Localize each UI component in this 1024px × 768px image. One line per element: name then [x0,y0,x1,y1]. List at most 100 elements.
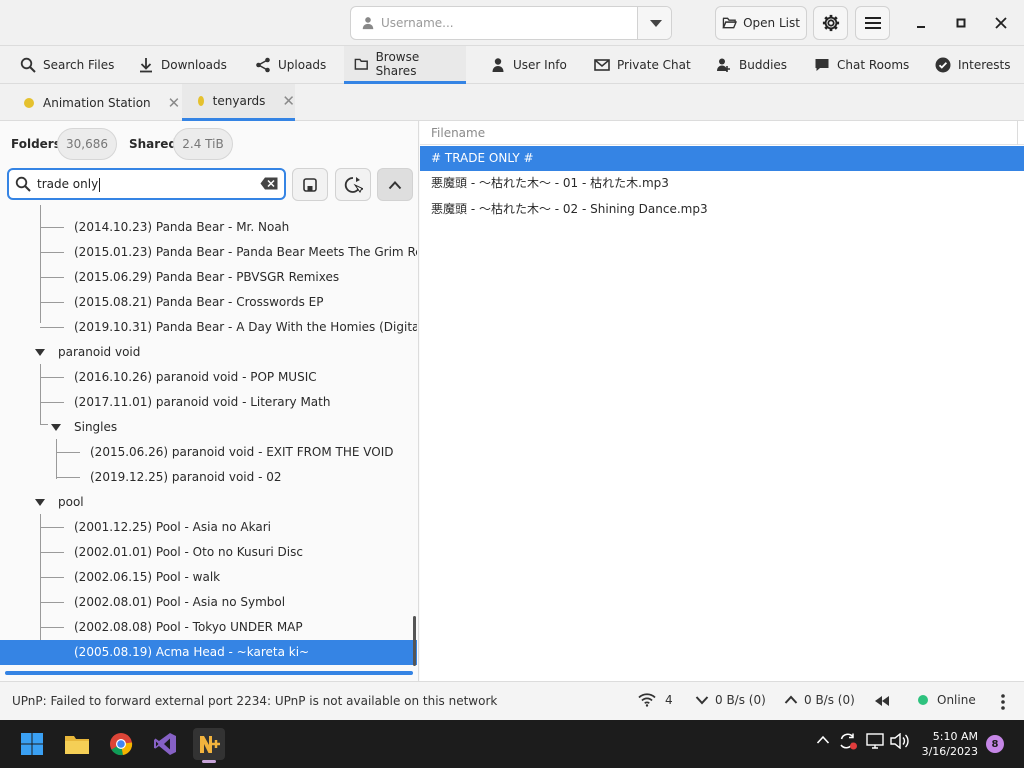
tree-folder-pool[interactable]: pool [0,490,417,515]
tree-horizontal-scrollbar[interactable] [5,671,413,675]
tree-folder-paranoid-void[interactable]: paranoid void [0,340,417,365]
file-explorer-button[interactable] [61,728,93,760]
save-search-button[interactable] [292,168,328,201]
tree-item[interactable]: (2001.12.25) Pool - Asia no Akari [0,515,417,540]
expander-icon[interactable] [51,424,61,431]
username-placeholder[interactable]: Username... [381,16,454,30]
expander-icon[interactable] [35,349,45,356]
tree-item[interactable]: (2002.08.01) Pool - Asia no Symbol [0,590,417,615]
volume-icon[interactable] [890,732,910,753]
tab-label: Browse Shares [375,49,420,78]
tree-vertical-scrollbar[interactable] [413,616,416,666]
folder-icon [354,58,368,70]
taskbar: 5:10 AM 3/16/2023 8 [0,720,1024,768]
tree-folder-singles[interactable]: Singles [0,415,417,440]
username-dropdown-button[interactable] [637,7,671,39]
nicotine-icon [200,736,220,753]
tree-item[interactable]: (2014.10.23) Panda Bear - Mr. Noah [0,215,417,240]
notification-badge[interactable]: 8 [986,735,1004,753]
tree-item[interactable]: (2002.01.01) Pool - Oto no Kusuri Disc [0,540,417,565]
system-clock[interactable]: 5:10 AM 3/16/2023 [916,729,978,759]
chrome-icon [110,733,133,756]
tree-item[interactable]: (2016.10.26) paranoid void - POP MUSIC [0,365,417,390]
tab-label: Search Files [43,58,115,72]
tab-user-info[interactable]: User Info [480,46,577,84]
open-list-button[interactable]: Open List [715,6,807,40]
column-label: Filename [431,126,486,140]
person-icon [492,58,504,72]
tree-item[interactable]: (2019.10.31) Panda Bear - A Day With the… [0,315,417,340]
visual-studio-button[interactable] [149,728,181,760]
tree-item[interactable]: (2017.11.01) paranoid void - Literary Ma… [0,390,417,415]
username-combo[interactable]: Username... [350,6,672,40]
search-value[interactable]: trade only [37,177,98,191]
close-icon [995,17,1007,29]
close-tab-icon[interactable]: ✕ [282,92,295,110]
status-dot [24,97,34,108]
file-row[interactable]: 悪魔頭 - 〜枯れた木〜 - 01 - 枯れた木.mp3 [420,171,1024,196]
tree-item[interactable]: (2015.06.26) paranoid void - EXIT FROM T… [0,440,417,465]
buddies-icon [717,58,730,72]
chevron-up-icon[interactable] [816,734,830,749]
tab-search-files[interactable]: Search Files [10,46,124,84]
start-button[interactable] [16,728,48,760]
expander-icon[interactable] [35,499,45,506]
connections-indicator[interactable]: 4 [638,693,673,707]
file-row-selected[interactable]: # TRADE ONLY # [420,146,1024,171]
folder-panel: Folders 30,686 Shared 2.4 TiB trade only [0,121,419,681]
folders-count-badge: 30,686 [57,128,117,160]
find-next-button[interactable] [335,168,371,201]
file-row[interactable]: 悪魔頭 - 〜枯れた木〜 - 02 - Shining Dance.mp3 [420,197,1024,222]
chrome-button[interactable] [105,728,137,760]
download-speed[interactable]: 0 B/s (0) [695,693,766,707]
tree-item[interactable]: (2015.06.29) Panda Bear - PBVSGR Remixes [0,265,417,290]
upload-speed[interactable]: 0 B/s (0) [784,693,855,707]
tab-chat-rooms[interactable]: Chat Rooms [804,46,919,84]
preferences-button[interactable] [813,6,848,40]
status-message: UPnP: Failed to forward external port 22… [12,694,498,708]
clear-search-icon[interactable] [260,177,278,190]
minimize-button[interactable] [908,10,934,36]
filename-column-header[interactable]: Filename [420,121,1024,145]
connections-count: 4 [665,693,673,707]
tree-item[interactable]: (2019.12.25) paranoid void - 02 [0,465,417,490]
download-icon [140,58,152,73]
folder-search-input[interactable]: trade only [7,168,286,200]
network-icon[interactable] [866,733,884,753]
tree-item[interactable]: (2015.01.23) Panda Bear - Panda Bear Mee… [0,240,417,265]
nicotine-button[interactable] [193,728,225,763]
tab-label: Private Chat [617,58,691,72]
tab-browse-shares[interactable]: Browse Shares [344,46,466,84]
user-tab-tenyards[interactable]: tenyards ✕ [182,84,295,121]
search-value-wrap[interactable]: trade only [37,177,101,192]
tree-item-selected[interactable]: (2005.08.19) Acma Head - ~kareta ki~ [0,640,417,665]
tab-interests[interactable]: Interests [925,46,1021,84]
tree-item[interactable]: (2015.08.21) Panda Bear - Crosswords EP [0,290,417,315]
online-dot [918,695,928,705]
tab-uploads[interactable]: Uploads [245,46,336,84]
sync-icon[interactable] [838,732,858,754]
away-toggle-button[interactable] [874,695,890,707]
tab-label: Buddies [739,58,788,72]
tab-downloads[interactable]: Downloads [128,46,237,84]
find-previous-button[interactable] [377,168,413,201]
online-status[interactable]: Online [918,693,976,707]
tree-item[interactable]: (2002.06.15) Pool - walk [0,565,417,590]
status-menu-button[interactable] [1000,694,1006,710]
user-tab-animation-station[interactable]: Animation Station ✕ [24,84,180,121]
visual-studio-icon [154,733,176,755]
close-tab-icon[interactable]: ✕ [168,94,181,112]
tree-item[interactable]: (2002.08.08) Pool - Tokyo UNDER MAP [0,615,417,640]
tab-buddies[interactable]: Buddies [706,46,797,84]
clock-time: 5:10 AM [932,730,978,743]
close-window-button[interactable] [988,10,1014,36]
search-icon [15,176,31,192]
main-menu-button[interactable] [855,6,890,40]
folder-open-icon [722,17,738,29]
folder-tree[interactable]: (2014.10.23) Panda Bear - Mr. Noah (2015… [0,205,417,671]
status-bar: UPnP: Failed to forward external port 22… [0,681,1024,720]
maximize-button[interactable] [948,10,974,36]
tab-private-chat[interactable]: Private Chat [584,46,701,84]
download-speed-value: 0 B/s (0) [715,693,766,707]
check-circle-icon [935,57,951,73]
